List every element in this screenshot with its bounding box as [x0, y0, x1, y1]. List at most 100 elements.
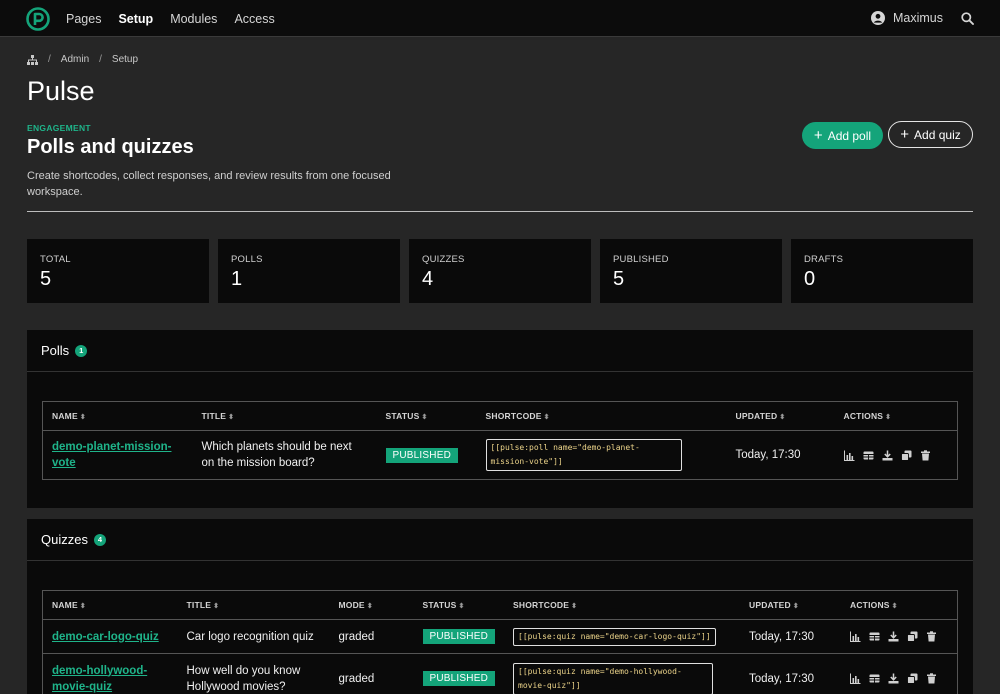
- add-quiz-button[interactable]: + Add quiz: [888, 121, 973, 148]
- column-header-title[interactable]: TITLE ⬍: [192, 401, 377, 431]
- stat-value: 5: [613, 268, 625, 290]
- sitemap-icon[interactable]: [27, 54, 38, 65]
- poll-name-link[interactable]: demo-planet-mission-vote: [52, 441, 171, 469]
- quiz-mode: graded: [329, 619, 414, 654]
- quiz-title: How well do you know Hollywood movies?: [177, 653, 330, 694]
- nav-link-access[interactable]: Access: [234, 12, 274, 26]
- quiz-name-link[interactable]: demo-car-logo-quiz: [52, 631, 159, 643]
- sort-icon: ⬍: [779, 414, 786, 421]
- sort-icon: ⬍: [891, 603, 898, 610]
- download-icon[interactable]: [888, 673, 899, 684]
- breadcrumb-admin[interactable]: Admin: [61, 54, 89, 65]
- stat-value: 1: [231, 268, 243, 290]
- plus-icon: +: [900, 125, 910, 143]
- sort-icon: ⬍: [571, 603, 578, 610]
- nav-link-pages[interactable]: Pages: [66, 12, 101, 26]
- column-header-shortcode[interactable]: SHORTCODE ⬍: [504, 590, 740, 620]
- column-header-actions[interactable]: ACTIONS ⬍: [841, 590, 958, 620]
- trash-icon[interactable]: [926, 631, 937, 642]
- download-icon[interactable]: [888, 631, 899, 642]
- polls-heading: Polls: [41, 343, 70, 358]
- stat-value: 5: [40, 268, 52, 290]
- polls-panel: Polls 1 NAME ⬍ TITLE ⬍ STATUS ⬍ SHORTCODE ⬍ …: [27, 330, 973, 508]
- stat-card-published: PUBLISHED 5: [600, 239, 782, 303]
- add-poll-button[interactable]: + Add poll: [802, 122, 883, 149]
- sort-icon: ⬍: [228, 414, 235, 421]
- nav-link-setup[interactable]: Setup: [118, 12, 153, 26]
- stat-card-drafts: DRAFTS 0: [791, 239, 973, 303]
- stat-card-polls: POLLS 1: [218, 239, 400, 303]
- status-badge: PUBLISHED: [385, 447, 458, 463]
- shortcode[interactable]: [[pulse:quiz name="demo-car-logo-quiz"]]: [513, 627, 716, 646]
- shortcode[interactable]: [[pulse:quiz name="demo-hollywood-movie-…: [513, 662, 713, 694]
- nav-link-modules[interactable]: Modules: [170, 12, 217, 26]
- column-header-name[interactable]: NAME ⬍: [42, 401, 193, 431]
- table-icon[interactable]: [869, 673, 880, 684]
- column-header-updated[interactable]: UPDATED ⬍: [740, 590, 841, 620]
- row-actions: [850, 673, 948, 684]
- copy-icon[interactable]: [907, 631, 918, 642]
- shortcode[interactable]: [[pulse:poll name="demo-planet-mission-v…: [485, 439, 682, 471]
- updated-date: Today, 17:30: [740, 619, 841, 654]
- download-icon[interactable]: [882, 450, 893, 461]
- column-header-shortcode[interactable]: SHORTCODE ⬍: [476, 401, 727, 431]
- trash-icon[interactable]: [926, 673, 937, 684]
- stat-label: DRAFTS: [804, 254, 844, 265]
- breadcrumb: / Admin / Setup: [27, 54, 138, 65]
- column-header-actions[interactable]: ACTIONS ⬍: [834, 401, 958, 431]
- stat-label: TOTAL: [40, 254, 71, 265]
- bar-chart-icon[interactable]: [850, 673, 861, 684]
- search-icon[interactable]: [961, 12, 974, 25]
- row-actions: [850, 631, 948, 642]
- trash-icon[interactable]: [920, 449, 931, 461]
- table-icon[interactable]: [869, 631, 880, 642]
- table-icon[interactable]: [863, 450, 874, 461]
- user-menu[interactable]: Maximus: [870, 11, 943, 25]
- stat-value: 4: [422, 268, 434, 290]
- quizzes-panel-header: Quizzes 4: [27, 519, 973, 561]
- table-row: demo-car-logo-quiz Car logo recognition …: [42, 619, 958, 654]
- column-header-updated[interactable]: UPDATED ⬍: [726, 401, 835, 431]
- polls-count-badge: 1: [75, 344, 88, 357]
- quizzes-panel: Quizzes 4 NAME ⬍ TITLE ⬍ MODE ⬍ STATUS ⬍ SHO…: [27, 519, 973, 694]
- quiz-mode: graded: [329, 653, 414, 694]
- breadcrumb-separator: /: [48, 54, 51, 65]
- table-row: demo-hollywood-movie-quiz How well do yo…: [42, 653, 958, 694]
- column-header-mode[interactable]: MODE ⬍: [329, 590, 414, 620]
- status-badge: PUBLISHED: [422, 671, 495, 686]
- breadcrumb-separator: /: [99, 54, 102, 65]
- row-actions: [843, 449, 949, 461]
- status-badge: PUBLISHED: [422, 629, 495, 644]
- copy-icon[interactable]: [900, 450, 912, 461]
- divider: [27, 211, 973, 212]
- sort-icon: ⬍: [543, 414, 550, 421]
- column-header-status[interactable]: STATUS ⬍: [376, 401, 477, 431]
- sort-icon: ⬍: [458, 603, 465, 610]
- column-header-title[interactable]: TITLE ⬍: [177, 590, 330, 620]
- quizzes-table: NAME ⬍ TITLE ⬍ MODE ⬍ STATUS ⬍ SHORTCODE ⬍ UP…: [42, 590, 958, 694]
- stat-value: 0: [804, 268, 816, 290]
- page-title: Pulse: [27, 76, 95, 106]
- polls-table: NAME ⬍ TITLE ⬍ STATUS ⬍ SHORTCODE ⬍ UPDATED ⬍…: [42, 401, 958, 480]
- stat-label: POLLS: [231, 254, 263, 265]
- sort-icon: ⬍: [79, 414, 86, 421]
- quizzes-count-badge: 4: [93, 533, 106, 546]
- add-poll-label: Add poll: [827, 128, 872, 143]
- quiz-name-link[interactable]: demo-hollywood-movie-quiz: [52, 665, 147, 693]
- section-title: Polls and quizzes: [27, 136, 194, 158]
- user-avatar-icon: [870, 11, 885, 25]
- plus-icon: +: [813, 126, 823, 144]
- stat-label: QUIZZES: [422, 254, 465, 265]
- add-quiz-label: Add quiz: [914, 127, 961, 142]
- top-navigation: Pages Setup Modules Access Maximus: [0, 0, 1000, 37]
- section-description: Create shortcodes, collect responses, an…: [27, 170, 391, 198]
- pulse-logo-icon[interactable]: [26, 7, 50, 31]
- column-header-status[interactable]: STATUS ⬍: [413, 590, 504, 620]
- copy-icon[interactable]: [907, 673, 918, 684]
- column-header-name[interactable]: NAME ⬍: [42, 590, 178, 620]
- updated-date: Today, 17:30: [726, 430, 835, 480]
- breadcrumb-setup[interactable]: Setup: [112, 54, 138, 65]
- updated-date: Today, 17:30: [740, 653, 841, 694]
- bar-chart-icon[interactable]: [850, 631, 861, 642]
- bar-chart-icon[interactable]: [843, 450, 855, 461]
